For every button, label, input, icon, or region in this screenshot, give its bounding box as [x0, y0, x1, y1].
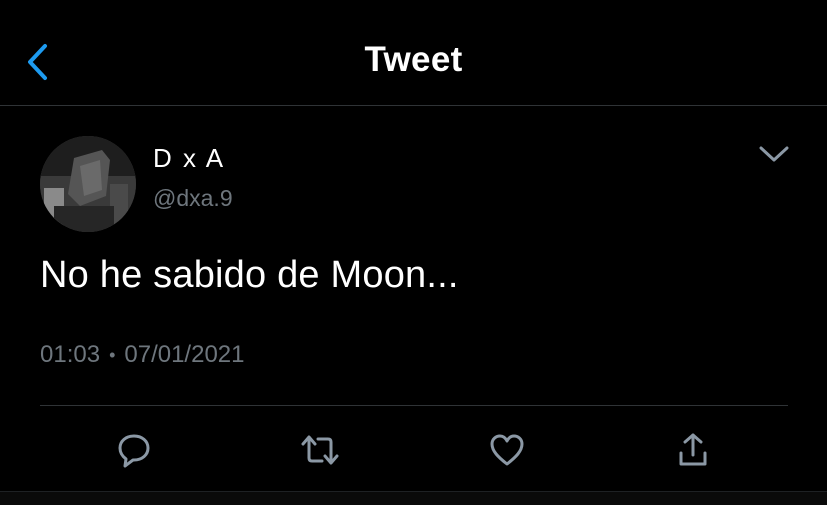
user-handle[interactable]: @dxa.9: [153, 185, 233, 212]
like-button[interactable]: [485, 428, 529, 472]
avatar[interactable]: [40, 136, 136, 232]
tweet-menu-button[interactable]: [752, 136, 796, 172]
avatar-image: [40, 136, 136, 232]
tweet-timestamp: 01:03 • 07/01/2021: [40, 341, 245, 369]
reply-icon: [118, 434, 150, 468]
divider: [40, 405, 788, 406]
timestamp-separator: •: [109, 344, 116, 365]
chevron-down-icon: [759, 146, 789, 162]
top-bar: Tweet: [0, 0, 827, 106]
tweet-time: 01:03: [40, 341, 101, 368]
share-icon: [679, 433, 707, 466]
bottom-edge: [0, 491, 827, 505]
page-title: Tweet: [364, 40, 463, 79]
retweet-button[interactable]: [298, 428, 342, 472]
reply-button[interactable]: [112, 428, 156, 472]
retweet-icon: [301, 435, 339, 465]
heart-icon: [490, 434, 524, 466]
tweet-date: 07/01/2021: [124, 341, 245, 368]
share-button[interactable]: [671, 428, 715, 472]
display-name[interactable]: D x A: [153, 143, 225, 174]
tweet-text: No he sabido de Moon...: [40, 254, 459, 296]
